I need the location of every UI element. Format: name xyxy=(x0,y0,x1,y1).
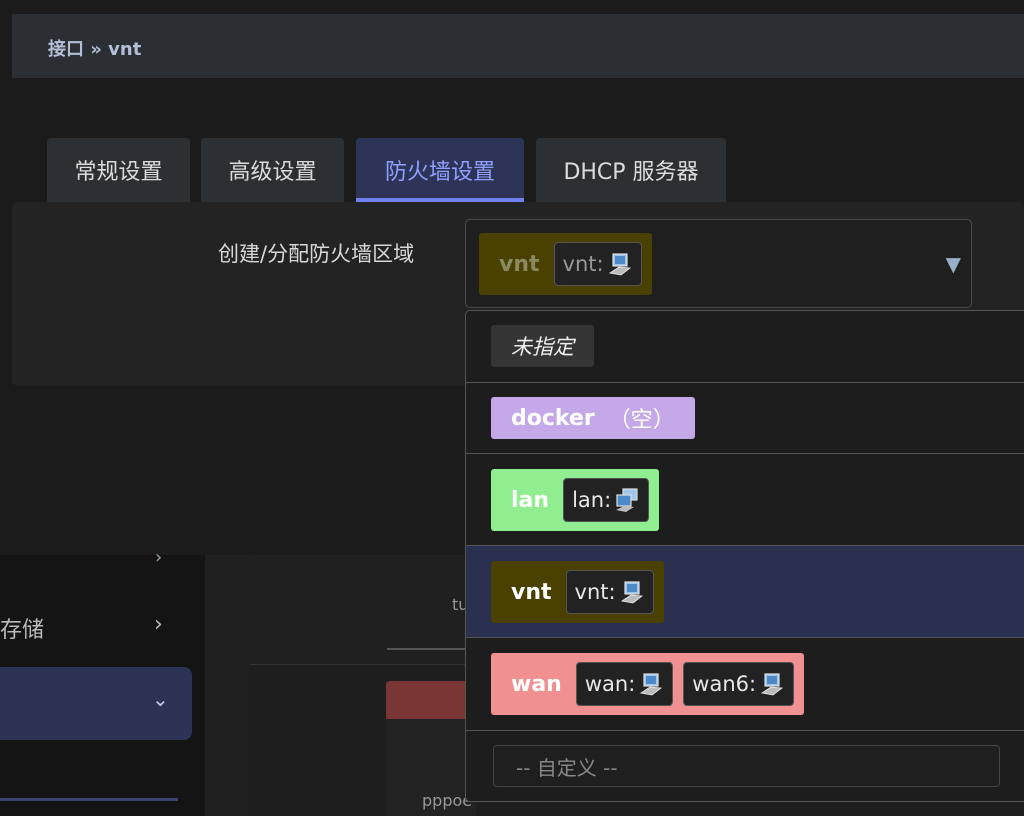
network-interface-icon xyxy=(620,581,643,604)
option-wan[interactable]: wan wan: wan6: xyxy=(466,638,1024,731)
zone-name: wan xyxy=(511,671,562,697)
bridge-interface-icon xyxy=(616,488,638,512)
option-unspecified[interactable]: 未指定 xyxy=(466,311,1024,383)
zone-name: docker xyxy=(511,405,595,431)
card-header xyxy=(386,681,476,719)
interface-name: vnt: xyxy=(574,580,616,604)
zone-name: vnt xyxy=(511,579,552,605)
sidebar-item-storage[interactable]: 存储 › xyxy=(0,606,190,650)
scroll-gutter xyxy=(205,555,249,816)
interface-chip: wan: xyxy=(575,662,674,706)
zone-badge-vnt: vnt vnt: xyxy=(491,561,664,623)
sidebar-item-active[interactable]: ⌄ xyxy=(0,667,192,740)
sidebar-item-label: 存储 xyxy=(0,618,45,643)
interface-name: vnt: xyxy=(562,252,604,276)
interface-name: wan: xyxy=(584,672,636,696)
tab-firewall[interactable]: 防火墙设置 xyxy=(356,138,524,202)
dropdown-arrow-icon: ▼ xyxy=(945,252,961,276)
option-docker[interactable]: docker （空） xyxy=(466,383,1024,454)
option-vnt[interactable]: vnt vnt: xyxy=(466,546,1024,638)
option-lan[interactable]: lan lan: xyxy=(466,454,1024,546)
zone-name: vnt xyxy=(499,251,540,277)
interface-name: lan: xyxy=(572,488,612,512)
modal-header: 接口 » vnt xyxy=(12,14,1024,78)
page: › 存储 › ⌄ tu pppoe-wan 接口 » vnt 常规设置 高级设置… xyxy=(0,0,1024,816)
chevron-right-icon: › xyxy=(155,547,163,568)
selected-zone-badge: vnt vnt: xyxy=(479,233,652,295)
breadcrumb: 接口 » vnt xyxy=(48,39,142,60)
unspecified-label: 未指定 xyxy=(491,325,594,367)
firewall-zone-dropdown: 未指定 docker （空） lan lan: vnt vnt: wan wan… xyxy=(465,310,1024,802)
firewall-zone-label: 创建/分配防火墙区域 xyxy=(218,242,415,266)
tab-dhcp[interactable]: DHCP 服务器 xyxy=(536,138,726,202)
zone-badge-wan: wan wan: wan6: xyxy=(491,653,805,715)
card-divider xyxy=(387,648,477,650)
chevron-down-icon: ⌄ xyxy=(152,687,169,711)
interface-chip: vnt: xyxy=(565,570,654,614)
zone-badge-lan: lan lan: xyxy=(491,469,660,531)
interface-chip: vnt: xyxy=(553,242,642,286)
chevron-right-icon: › xyxy=(154,612,163,637)
zone-badge-docker: docker （空） xyxy=(491,397,695,439)
interface-chip: wan6: xyxy=(683,662,795,706)
tab-general[interactable]: 常规设置 xyxy=(47,138,190,202)
network-interface-icon xyxy=(608,253,631,276)
network-card-wan: pppoe-wan xyxy=(386,681,478,816)
custom-zone-input[interactable]: -- 自定义 -- xyxy=(493,745,1000,787)
sidebar-underline xyxy=(0,798,178,801)
network-interface-icon xyxy=(640,673,663,696)
network-card: tu xyxy=(250,555,480,665)
interface-name: wan6: xyxy=(692,672,757,696)
network-interface-icon xyxy=(761,673,784,696)
interface-chip: lan: xyxy=(563,478,650,522)
tab-advanced[interactable]: 高级设置 xyxy=(201,138,344,202)
firewall-zone-select[interactable]: vnt vnt: ▼ xyxy=(465,219,972,308)
zone-name: lan xyxy=(511,487,550,513)
zone-empty-note: （空） xyxy=(608,408,675,433)
